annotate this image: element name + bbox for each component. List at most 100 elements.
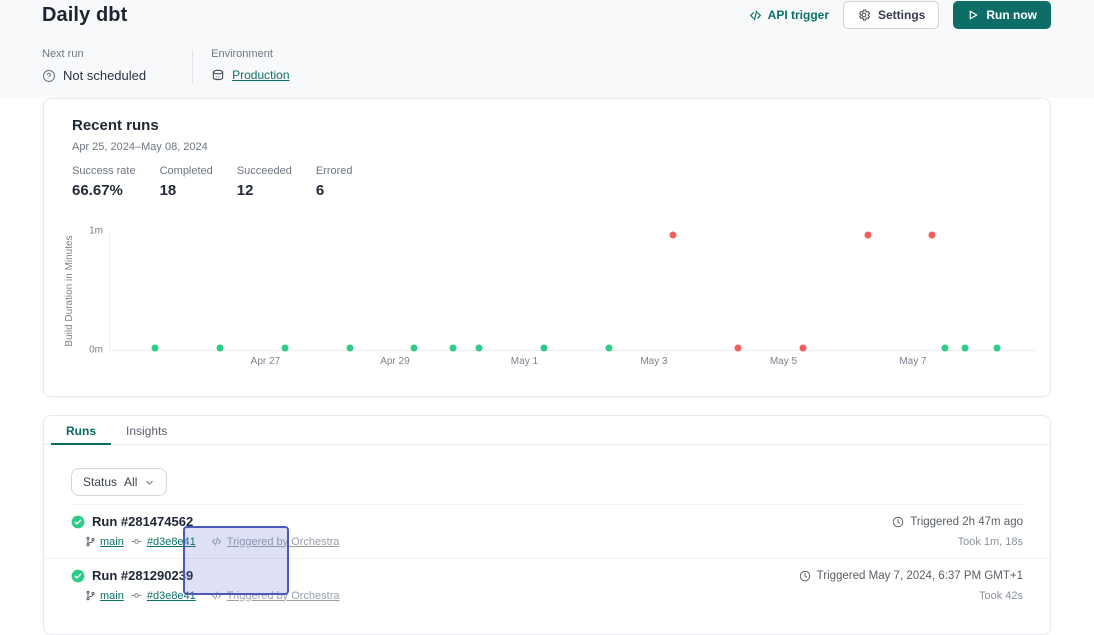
chart-point-errored[interactable] bbox=[929, 231, 936, 238]
chevron-down-icon bbox=[144, 477, 155, 488]
chart-point-errored[interactable] bbox=[670, 231, 677, 238]
run-title: Run #281290239 bbox=[92, 568, 193, 583]
chart-x-tick: Apr 29 bbox=[380, 356, 409, 367]
git-commit-icon bbox=[130, 535, 143, 548]
meta-divider bbox=[192, 50, 193, 83]
branch-link[interactable]: main bbox=[85, 590, 124, 602]
git-branch-icon bbox=[85, 590, 96, 601]
stat-errored: Errored 6 bbox=[316, 165, 368, 199]
gear-icon bbox=[857, 8, 871, 22]
run-row-right: Triggered May 7, 2024, 6:37 PM GMT+1 Too… bbox=[799, 568, 1023, 602]
run-now-button[interactable]: Run now bbox=[953, 1, 1051, 29]
tab-insights[interactable]: Insights bbox=[111, 416, 182, 444]
chart-point-succeeded[interactable] bbox=[281, 344, 288, 351]
run-row-right: Triggered 2h 47m ago Took 1m, 18s bbox=[892, 514, 1023, 548]
chart-x-tick: Apr 27 bbox=[251, 356, 280, 367]
settings-label: Settings bbox=[878, 8, 925, 22]
recent-runs-title: Recent runs bbox=[72, 117, 159, 134]
trigger-cause-link[interactable]: Triggered by Orchestra bbox=[211, 536, 340, 548]
environment-label: Environment bbox=[211, 48, 289, 60]
tab-bar: Runs Insights bbox=[44, 416, 1050, 445]
run-duration: Took 42s bbox=[799, 590, 1023, 602]
code-icon bbox=[211, 590, 222, 601]
chart-y-tick: 0m bbox=[89, 345, 103, 356]
status-filter-dropdown[interactable]: Status All bbox=[71, 468, 167, 496]
run-triggered-time: Triggered May 7, 2024, 6:37 PM GMT+1 bbox=[799, 570, 1023, 582]
recent-runs-date-range: Apr 25, 2024–May 08, 2024 bbox=[72, 141, 208, 153]
chart-point-errored[interactable] bbox=[864, 231, 871, 238]
chart-point-succeeded[interactable] bbox=[961, 344, 968, 351]
header-actions: API trigger Settings Run now bbox=[749, 1, 1051, 29]
chart-point-succeeded[interactable] bbox=[605, 344, 612, 351]
chart-point-succeeded[interactable] bbox=[152, 344, 159, 351]
chart-y-tick: 1m bbox=[89, 226, 103, 237]
environment-group: Environment Production bbox=[211, 48, 289, 83]
run-title-row: Run #281474562 bbox=[71, 514, 340, 529]
question-circle-icon bbox=[42, 69, 56, 83]
chart-y-axis-label: Build Duration in Minutes bbox=[64, 235, 75, 346]
run-meta-row: main #d3e8e41 bbox=[85, 589, 340, 602]
header-row: Daily dbt API trigger Settings bbox=[42, 1, 1051, 29]
next-run-value: Not scheduled bbox=[63, 68, 146, 83]
branch-link[interactable]: main bbox=[85, 536, 124, 548]
next-run-value-row: Not scheduled bbox=[42, 68, 146, 83]
chart-point-succeeded[interactable] bbox=[476, 344, 483, 351]
check-circle-icon bbox=[71, 569, 85, 583]
api-trigger-label: API trigger bbox=[768, 8, 829, 22]
trigger-cause-link[interactable]: Triggered by Orchestra bbox=[211, 590, 340, 602]
chart-point-succeeded[interactable] bbox=[450, 344, 457, 351]
environment-value-row: Production bbox=[211, 68, 289, 82]
environment-link[interactable]: Production bbox=[232, 68, 289, 82]
status-filter-label: Status bbox=[83, 475, 117, 489]
clock-icon bbox=[799, 570, 811, 582]
clock-icon bbox=[892, 516, 904, 528]
stat-completed: Completed 18 bbox=[160, 165, 213, 199]
code-icon bbox=[749, 9, 762, 22]
tab-runs[interactable]: Runs bbox=[51, 416, 111, 444]
chart-point-errored[interactable] bbox=[735, 344, 742, 351]
runs-list: Run #281474562 main bbox=[44, 505, 1050, 612]
chart-point-succeeded[interactable] bbox=[540, 344, 547, 351]
stat-success-rate: Success rate 66.67% bbox=[72, 165, 136, 199]
stat-succeeded: Succeeded 12 bbox=[237, 165, 292, 199]
run-meta-row: main #d3e8e41 bbox=[85, 535, 340, 548]
run-triggered-time: Triggered 2h 47m ago bbox=[892, 516, 1023, 528]
commit-link[interactable]: #d3e8e41 bbox=[130, 535, 196, 548]
next-run-label: Next run bbox=[42, 48, 146, 60]
database-icon bbox=[211, 68, 225, 82]
chart-x-tick: May 1 bbox=[511, 356, 538, 367]
page-header-band: Daily dbt API trigger Settings bbox=[0, 0, 1094, 98]
chart-x-tick: May 3 bbox=[640, 356, 667, 367]
api-trigger-link[interactable]: API trigger bbox=[749, 8, 829, 22]
chart-point-succeeded[interactable] bbox=[217, 344, 224, 351]
chart-plot: Build Duration in Minutes 0m1mApr 27Apr … bbox=[109, 231, 1036, 351]
commit-link[interactable]: #d3e8e41 bbox=[130, 589, 196, 602]
next-run-group: Next run Not scheduled bbox=[42, 48, 146, 83]
run-row[interactable]: Run #281474562 main bbox=[44, 505, 1050, 558]
play-icon bbox=[967, 9, 979, 21]
chart-point-succeeded[interactable] bbox=[942, 344, 949, 351]
status-filter-value: All bbox=[124, 475, 137, 489]
code-icon bbox=[211, 536, 222, 547]
run-row[interactable]: Run #281290239 main bbox=[44, 558, 1050, 612]
git-branch-icon bbox=[85, 536, 96, 547]
run-row-left: Run #281474562 main bbox=[71, 514, 340, 548]
git-commit-icon bbox=[130, 589, 143, 602]
runs-card: Runs Insights Status All bbox=[43, 415, 1051, 635]
chart-point-succeeded[interactable] bbox=[411, 344, 418, 351]
chart-point-succeeded[interactable] bbox=[994, 344, 1001, 351]
run-duration: Took 1m, 18s bbox=[892, 536, 1023, 548]
chart-point-succeeded[interactable] bbox=[346, 344, 353, 351]
recent-runs-stats: Success rate 66.67% Completed 18 Succeed… bbox=[72, 165, 392, 199]
check-circle-icon bbox=[71, 515, 85, 529]
run-now-label: Run now bbox=[986, 8, 1037, 22]
chart-point-errored[interactable] bbox=[799, 344, 806, 351]
page-title: Daily dbt bbox=[42, 4, 127, 27]
job-meta-row: Next run Not scheduled Environment bbox=[42, 48, 290, 83]
run-title-row: Run #281290239 bbox=[71, 568, 340, 583]
settings-button[interactable]: Settings bbox=[843, 1, 939, 29]
chart-x-tick: May 7 bbox=[899, 356, 926, 367]
recent-runs-card: Recent runs Apr 25, 2024–May 08, 2024 Su… bbox=[43, 98, 1051, 397]
chart-x-tick: May 5 bbox=[770, 356, 797, 367]
run-row-left: Run #281290239 main bbox=[71, 568, 340, 602]
